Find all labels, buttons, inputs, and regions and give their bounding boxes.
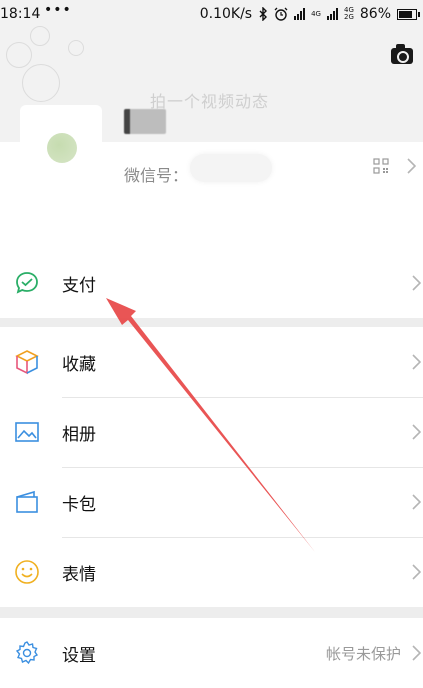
pay-group: 支付: [0, 248, 423, 318]
menu-item-label: 设置: [62, 646, 96, 666]
pay-check-icon: [16, 272, 38, 294]
chevron-right-icon: [407, 158, 417, 178]
nickname: [124, 109, 166, 134]
bluetooth-icon: [259, 7, 268, 21]
decor-bubble: [30, 26, 50, 46]
menu-item-cards[interactable]: 卡包: [0, 467, 423, 537]
decor-bubble: [68, 40, 84, 56]
cube-icon: [15, 350, 39, 375]
signal-4g-2g-label: 4G 2G: [343, 6, 354, 21]
menu-item-label: 收藏: [62, 355, 96, 375]
menu-item-stickers[interactable]: 表情: [0, 537, 423, 607]
qr-code-icon[interactable]: [373, 158, 389, 174]
chevron-right-icon: [412, 354, 421, 370]
signal-icon: [294, 8, 306, 20]
notification-dots: •••: [44, 2, 72, 18]
menu-item-settings[interactable]: 设置 帐号未保护: [0, 618, 423, 688]
chevron-right-icon: [412, 494, 421, 510]
smile-icon: [15, 560, 39, 584]
avatar-image: [47, 133, 77, 163]
menu-item-label: 表情: [62, 565, 96, 585]
menu-item-label: 支付: [62, 276, 96, 296]
signal-4g-label: 4G: [311, 9, 321, 18]
chevron-right-icon: [412, 564, 421, 580]
account-unprotected-hint: 帐号未保护: [325, 645, 401, 663]
battery-icon: [397, 8, 420, 20]
wechat-id-label: 微信号：: [124, 166, 189, 185]
chevron-right-icon: [412, 275, 421, 291]
features-group: 收藏 相册 卡包 表情: [0, 327, 423, 607]
status-time: 18:14: [0, 6, 41, 22]
menu-item-pay[interactable]: 支付: [0, 248, 423, 318]
menu-item-album[interactable]: 相册: [0, 397, 423, 467]
gear-icon: [15, 641, 39, 665]
picture-icon: [15, 422, 39, 442]
decor-bubble: [22, 64, 60, 102]
avatar[interactable]: [20, 105, 102, 187]
signal-icon-2: [326, 8, 338, 20]
status-right: 0.10K/s 4G 4G 2G 86%: [199, 6, 420, 22]
wechat-id-value: [190, 154, 272, 182]
profile-header: 拍一个视频动态 微信号：: [0, 26, 423, 265]
chevron-right-icon: [412, 645, 421, 661]
camera-icon[interactable]: [391, 44, 413, 64]
alarm-icon: [274, 7, 288, 21]
settings-group: 设置 帐号未保护: [0, 618, 423, 688]
wallet-icon: [16, 490, 38, 513]
menu-item-label: 相册: [62, 425, 96, 445]
menu-item-favorites[interactable]: 收藏: [0, 327, 423, 397]
chevron-right-icon: [412, 424, 421, 440]
status-bar: 18:14 ••• 0.10K/s 4G 4G 2G 86%: [0, 0, 423, 30]
battery-percent: 86%: [359, 6, 391, 22]
network-speed: 0.10K/s: [199, 6, 253, 22]
post-video-hint[interactable]: 拍一个视频动态: [150, 88, 269, 112]
decor-bubble: [6, 42, 32, 68]
menu-item-label: 卡包: [62, 495, 96, 515]
